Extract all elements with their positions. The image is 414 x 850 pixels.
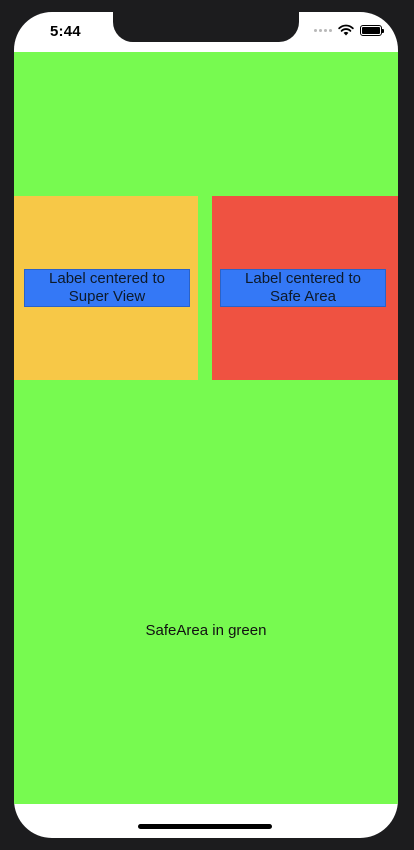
safe-area-view: Label centered to Super View Label cente… xyxy=(14,52,398,804)
status-icons xyxy=(314,24,384,36)
device-frame: 5:44 Label centered to Super View Label … xyxy=(0,0,414,850)
safe-area-box: Label centered to Safe Area xyxy=(212,196,398,380)
label-line-2: Safe Area xyxy=(270,288,336,305)
notch xyxy=(113,12,299,42)
wifi-icon xyxy=(338,24,354,36)
battery-fill xyxy=(362,26,380,34)
label-centered-to-safe-area: Label centered to Safe Area xyxy=(220,269,386,307)
label-line-1: Label centered to xyxy=(245,270,361,287)
status-time: 5:44 xyxy=(50,23,81,40)
super-view-box: Label centered to Super View xyxy=(14,196,198,380)
phone-screen: 5:44 Label centered to Super View Label … xyxy=(14,12,398,838)
label-line-2: Super View xyxy=(68,288,146,305)
safe-area-caption: SafeArea in green xyxy=(145,622,267,639)
cellular-signal-icon xyxy=(314,28,332,32)
battery-icon xyxy=(360,24,384,36)
label-line-1: Label centered to xyxy=(49,270,165,287)
label-centered-to-super-view: Label centered to Super View xyxy=(24,269,190,307)
home-indicator[interactable] xyxy=(138,824,272,829)
